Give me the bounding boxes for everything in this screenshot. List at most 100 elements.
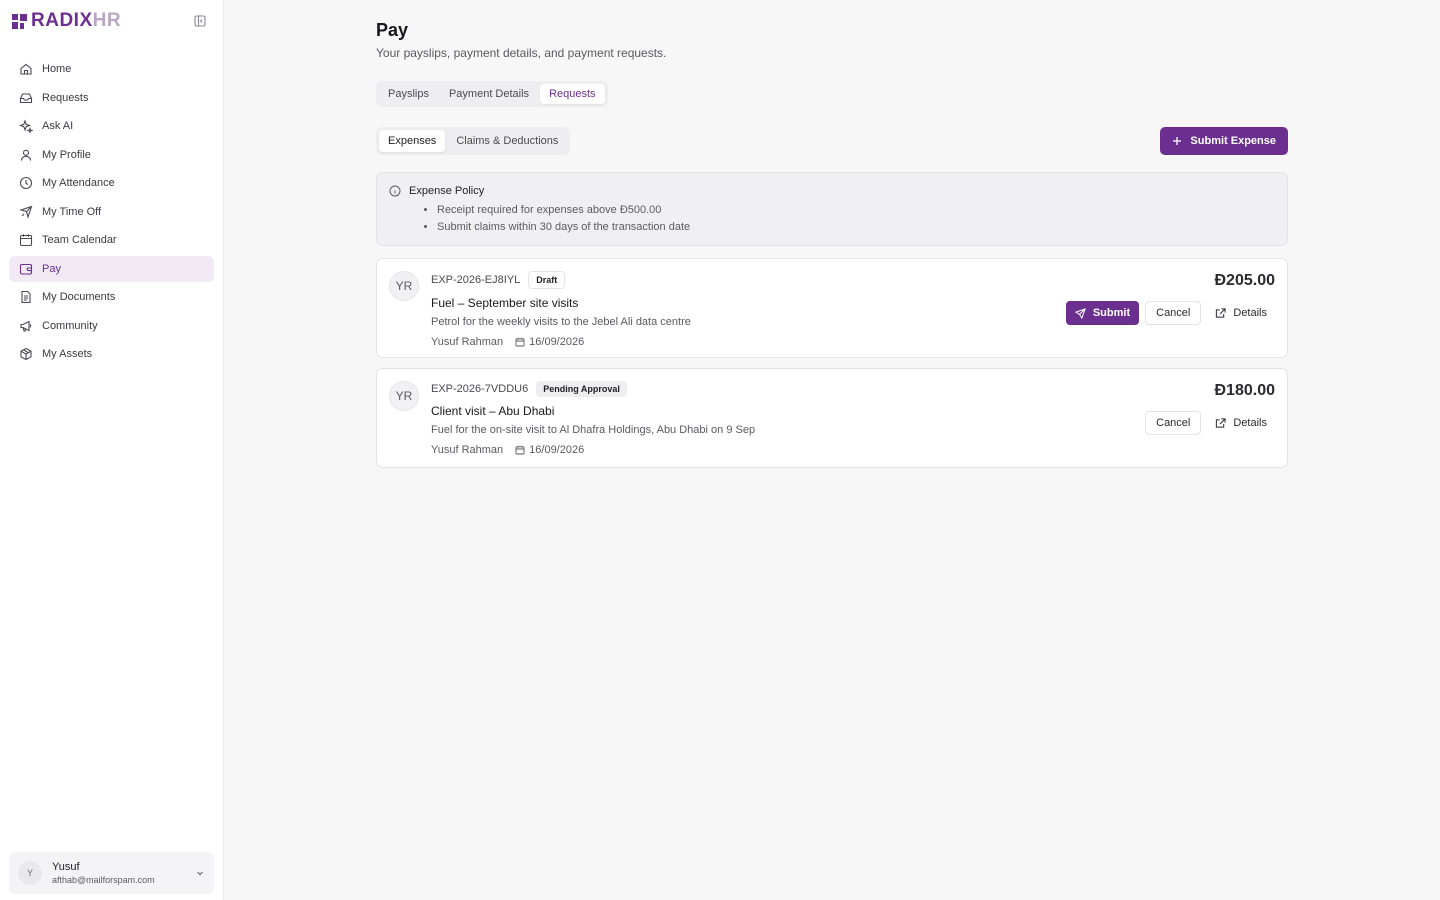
logo-text: RADIXHR: [31, 10, 122, 31]
tab-payslips[interactable]: Payslips: [379, 84, 438, 104]
sidebar-item-label: Home: [42, 63, 72, 75]
avatar: Y: [18, 861, 42, 885]
sidebar: RADIXHR Home Requests Ask AI My Profile: [0, 0, 224, 900]
calendar-icon: [515, 337, 525, 347]
cancel-button[interactable]: Cancel: [1145, 411, 1202, 435]
logo[interactable]: RADIXHR: [12, 10, 121, 32]
details-button[interactable]: Details: [1207, 411, 1275, 435]
expense-title: Fuel – September site visits: [431, 296, 579, 310]
sidebar-item-label: Pay: [42, 262, 61, 275]
page-content: Pay Your payslips, payment details, and …: [376, 20, 1288, 468]
info-icon: [389, 185, 401, 197]
expense-date-text: 16/09/2026: [529, 336, 585, 348]
document-icon: [21, 290, 31, 304]
sidebar-item-label: My Profile: [42, 148, 91, 161]
sidebar-item-my-profile[interactable]: My Profile: [9, 142, 214, 168]
plus-icon: [1173, 137, 1182, 145]
sidebar-item-my-documents[interactable]: My Documents: [9, 284, 214, 310]
plane-icon: [19, 205, 33, 219]
expense-amount: Đ205.00: [1214, 272, 1276, 289]
external-link-icon: [1216, 417, 1226, 428]
chevron-down-icon: [197, 871, 203, 876]
cancel-button[interactable]: Cancel: [1145, 301, 1202, 325]
status-badge: Pending Approval: [536, 381, 627, 397]
tab-payment-details[interactable]: Payment Details: [440, 84, 538, 104]
policy-item: Receipt required for expenses above Đ500…: [437, 202, 1275, 219]
details-button[interactable]: Details: [1207, 301, 1275, 325]
sidebar-item-home[interactable]: Home: [9, 56, 214, 82]
sparkles-icon: [19, 119, 33, 133]
expense-header: EXP-2026-EJ8IYL Draft: [431, 271, 691, 289]
avatar: YR: [389, 271, 419, 301]
megaphone-icon: [20, 320, 32, 332]
expense-id: EXP-2026-EJ8IYL: [431, 274, 521, 286]
policy-header: Expense Policy: [389, 185, 1275, 197]
requests-toolbar: Expenses Claims & Deductions Submit Expe…: [376, 127, 1288, 155]
expense-date-text: 16/09/2026: [529, 444, 585, 456]
page-subtitle: Your payslips, payment details, and paym…: [376, 46, 667, 60]
sidebar-item-my-attendance[interactable]: My Attendance: [9, 170, 214, 196]
policy-item: Submit claims within 30 days of the tran…: [437, 219, 1275, 236]
sidebar-item-my-time-off[interactable]: My Time Off: [9, 199, 214, 225]
user-menu[interactable]: Y Yusuf afthab@mailforspam.com: [9, 852, 214, 894]
inbox-icon: [19, 92, 33, 103]
tab-requests[interactable]: Requests: [540, 84, 605, 104]
clock-icon: [19, 176, 33, 190]
expense-description: Petrol for the weekly visits to the Jebe…: [431, 316, 691, 328]
sidebar-nav: Home Requests Ask AI My Profile My Atten…: [0, 56, 223, 367]
submit-label: Submit: [1092, 307, 1131, 319]
home-icon: [20, 63, 32, 75]
status-badge: Draft: [528, 271, 566, 289]
policy-list: Receipt required for expenses above Đ500…: [389, 202, 1275, 236]
tab-claims-deductions[interactable]: Claims & Deductions: [447, 130, 567, 152]
expense-header: EXP-2026-7VDDU6 Pending Approval: [431, 381, 755, 397]
page-title: Pay: [376, 20, 409, 40]
policy-title: Expense Policy: [409, 185, 485, 197]
expense-actions: Submit Cancel Details: [1065, 301, 1275, 325]
sidebar-item-my-assets[interactable]: My Assets: [9, 341, 214, 367]
user-name: Yusuf: [52, 861, 80, 873]
expense-actions: Cancel Details: [1145, 411, 1275, 435]
sidebar-item-team-calendar[interactable]: Team Calendar: [9, 227, 214, 253]
request-type-tabs: Expenses Claims & Deductions: [376, 127, 571, 155]
sidebar-item-label: Requests: [42, 91, 89, 104]
wallet-icon: [19, 263, 33, 275]
sidebar-item-label: My Documents: [42, 291, 116, 303]
main-area: Pay Your payslips, payment details, and …: [224, 0, 1440, 900]
expense-body: EXP-2026-EJ8IYL Draft Fuel – September s…: [431, 271, 691, 348]
expense-title: Client visit – Abu Dhabi: [431, 404, 555, 418]
sidebar-item-ask-ai[interactable]: Ask AI: [9, 113, 214, 139]
user-icon: [20, 149, 32, 161]
submit-expense-button[interactable]: Submit Expense: [1160, 127, 1288, 155]
details-label: Details: [1233, 417, 1267, 429]
sidebar-item-community[interactable]: Community: [9, 313, 214, 339]
expense-meta: Yusuf Rahman 16/09/2026: [431, 444, 755, 456]
send-icon: [1074, 307, 1086, 319]
submit-button[interactable]: Submit: [1065, 301, 1140, 325]
sidebar-item-pay[interactable]: Pay: [9, 255, 214, 282]
app-shell: RADIXHR Home Requests Ask AI My Profile: [0, 0, 1440, 900]
sidebar-item-label: Ask AI: [42, 120, 74, 132]
calendar-icon: [19, 234, 33, 247]
logo-mark-icon: [12, 13, 27, 29]
brand-bar: RADIXHR: [0, 0, 223, 42]
tab-expenses[interactable]: Expenses: [379, 130, 446, 152]
user-email: afthab@mailforspam.com: [52, 875, 155, 885]
expense-meta: Yusuf Rahman 16/09/2026: [431, 336, 691, 348]
sidebar-item-label: Community: [42, 319, 98, 332]
box-icon: [20, 347, 32, 361]
sidebar-item-label: My Time Off: [42, 205, 102, 218]
expense-description: Fuel for the on-site visit to Al Dhafra …: [431, 424, 756, 436]
expense-employee: Yusuf Rahman: [431, 336, 504, 348]
expense-employee: Yusuf Rahman: [431, 444, 504, 456]
expense-date: 16/09/2026: [515, 336, 584, 348]
sidebar-item-requests[interactable]: Requests: [9, 85, 214, 111]
sidebar-collapse-icon[interactable]: [193, 14, 207, 28]
sidebar-item-label: My Attendance: [42, 177, 115, 189]
expense-card: YR EXP-2026-EJ8IYL Draft Fuel – Septembe…: [376, 258, 1288, 358]
page-tabs: Payslips Payment Details Requests: [376, 81, 608, 107]
avatar: YR: [389, 381, 419, 411]
calendar-icon: [515, 445, 525, 455]
sidebar-item-label: My Assets: [42, 348, 93, 360]
external-link-icon: [1216, 307, 1226, 318]
